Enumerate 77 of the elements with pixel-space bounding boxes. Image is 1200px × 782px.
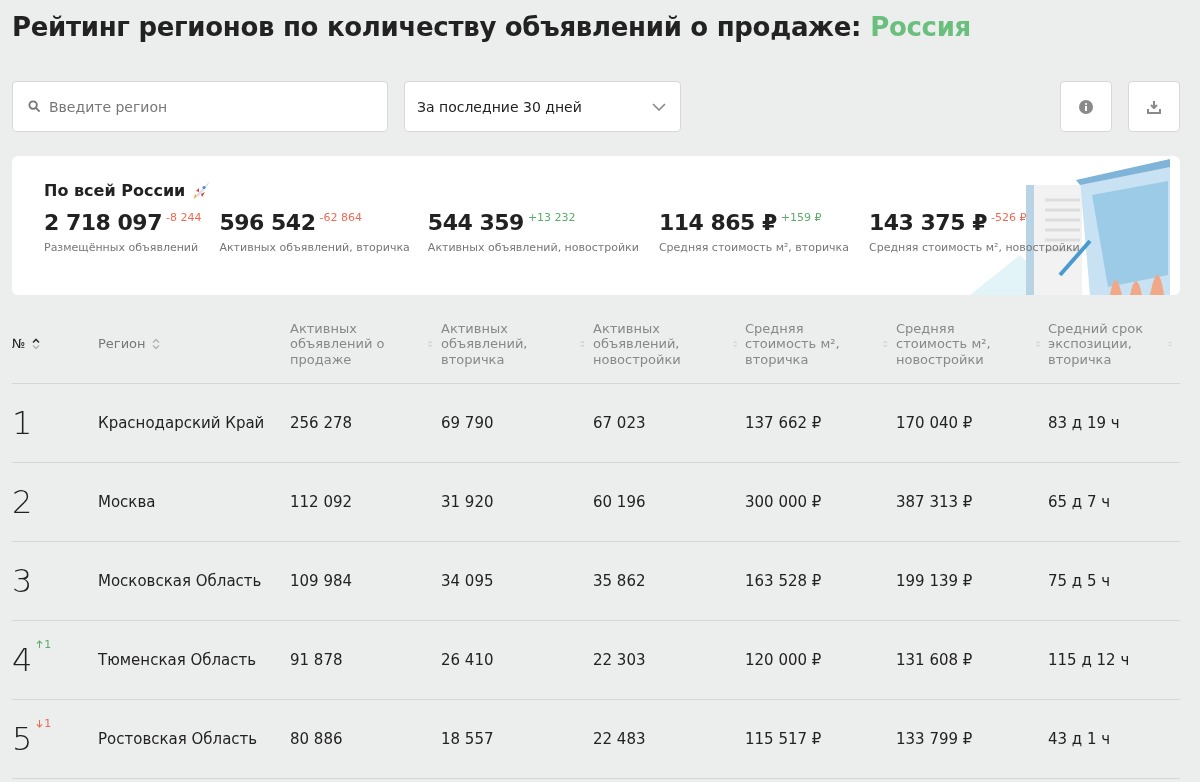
table-cell: Московская Область — [98, 572, 262, 590]
table-cell: 115 д 12 ч — [1048, 651, 1130, 669]
stat-delta: +159 ₽ — [780, 211, 822, 224]
chevron-down-icon — [652, 102, 666, 111]
table-cell: 18 557 — [441, 730, 494, 748]
table-cell: 137 662 ₽ — [745, 414, 822, 432]
table-cell: 199 139 ₽ — [896, 572, 973, 590]
region-name: Россия — [870, 12, 971, 44]
stat-label: Активных объявлений, новостройки — [427, 241, 639, 254]
table-cell: 83 д 19 ч — [1048, 414, 1120, 432]
table-cell: 26 410 — [441, 651, 494, 669]
summary-title: По всей России — [44, 180, 186, 200]
sort-icon[interactable] — [31, 338, 40, 350]
column-header[interactable]: Активных объявлений о продаже — [290, 320, 423, 368]
table-cell: 387 313 ₽ — [896, 493, 973, 511]
rank-number: 4 — [12, 644, 33, 676]
rank-change: 1 — [36, 717, 52, 730]
download-button[interactable] — [1128, 81, 1180, 132]
stat-delta: -8 244 — [166, 211, 202, 224]
table-cell: 31 920 — [441, 493, 494, 511]
column-header[interactable]: Средняя стоимость м², новостройки — [896, 320, 1030, 368]
table-cell: 163 528 ₽ — [745, 572, 822, 590]
info-button[interactable] — [1060, 81, 1112, 132]
table-cell: Москва — [98, 493, 156, 511]
table-cell: 67 023 — [593, 414, 646, 432]
search-field[interactable]: Введите регион — [12, 81, 388, 132]
table-cell: 22 303 — [593, 651, 646, 669]
stat-value: 596 542 — [219, 210, 316, 235]
search-icon — [28, 100, 41, 113]
table-cell: 75 д 5 ч — [1048, 572, 1111, 590]
rank-number: 2 — [12, 486, 33, 518]
info-icon — [1079, 99, 1093, 114]
column-header[interactable]: № — [12, 336, 26, 352]
table-cell: Тюменская Область — [98, 651, 257, 669]
table-cell: 69 790 — [441, 414, 494, 432]
stat-label: Средняя стоимость м², новостройки — [868, 241, 1080, 254]
table-cell: 34 095 — [441, 572, 494, 590]
table-cell: Краснодарский Край — [98, 414, 265, 432]
table-cell: 256 278 — [290, 414, 353, 432]
page-title: Рейтинг регионов по количеству объявлений о продаже: — [12, 12, 862, 44]
table-cell: 65 д 7 ч — [1048, 493, 1111, 511]
table-cell: 133 799 ₽ — [896, 730, 973, 748]
table-cell: 43 д 1 ч — [1048, 730, 1111, 748]
rank-number: 3 — [12, 565, 33, 597]
stat-value: 114 865 ₽ — [658, 210, 777, 235]
stat-value: 2 718 097 — [44, 210, 162, 235]
stat-label: Средняя стоимость м², вторичка — [658, 241, 849, 254]
stat-value: 544 359 — [427, 210, 524, 235]
stat-delta: -62 864 — [319, 211, 362, 224]
table-cell: 109 984 — [290, 572, 353, 590]
table-cell: 80 886 — [290, 730, 343, 748]
rank-number: 1 — [12, 407, 33, 439]
stat-delta: +13 232 — [527, 211, 576, 224]
table-cell: 115 517 ₽ — [745, 730, 822, 748]
table-cell: 35 862 — [593, 572, 646, 590]
table-cell: 112 092 — [290, 493, 353, 511]
column-header[interactable]: Активных объявлений, новостройки — [593, 320, 727, 368]
table-cell: 91 878 — [290, 651, 343, 669]
table-cell: 131 608 ₽ — [896, 651, 973, 669]
table-cell: 22 483 — [593, 730, 646, 748]
column-header[interactable]: Активных объявлений, вторичка — [441, 320, 575, 368]
column-header[interactable]: Средняя стоимость м², вторичка — [745, 320, 878, 368]
rank-number: 5 — [12, 723, 33, 755]
table-cell: Ростовская Область — [98, 730, 258, 748]
stat-label: Активных объявлений, вторичка — [219, 241, 410, 254]
table-cell: 300 000 ₽ — [745, 493, 822, 511]
table-cell: 170 040 ₽ — [896, 414, 973, 432]
table-cell: 60 196 — [593, 493, 646, 511]
stat-label: Размещённых объявлений — [44, 241, 200, 254]
stat-delta: -526 ₽ — [990, 211, 1027, 224]
period-dropdown[interactable]: За последние 30 дней — [404, 81, 681, 132]
stat-value: 143 375 ₽ — [868, 210, 987, 235]
download-icon — [1147, 99, 1161, 114]
column-header[interactable]: Регион — [98, 336, 146, 352]
column-header[interactable]: Средний срок экспозиции, вторичка — [1048, 320, 1163, 368]
rank-change: 1 — [36, 638, 52, 651]
table-cell: 120 000 ₽ — [745, 651, 822, 669]
